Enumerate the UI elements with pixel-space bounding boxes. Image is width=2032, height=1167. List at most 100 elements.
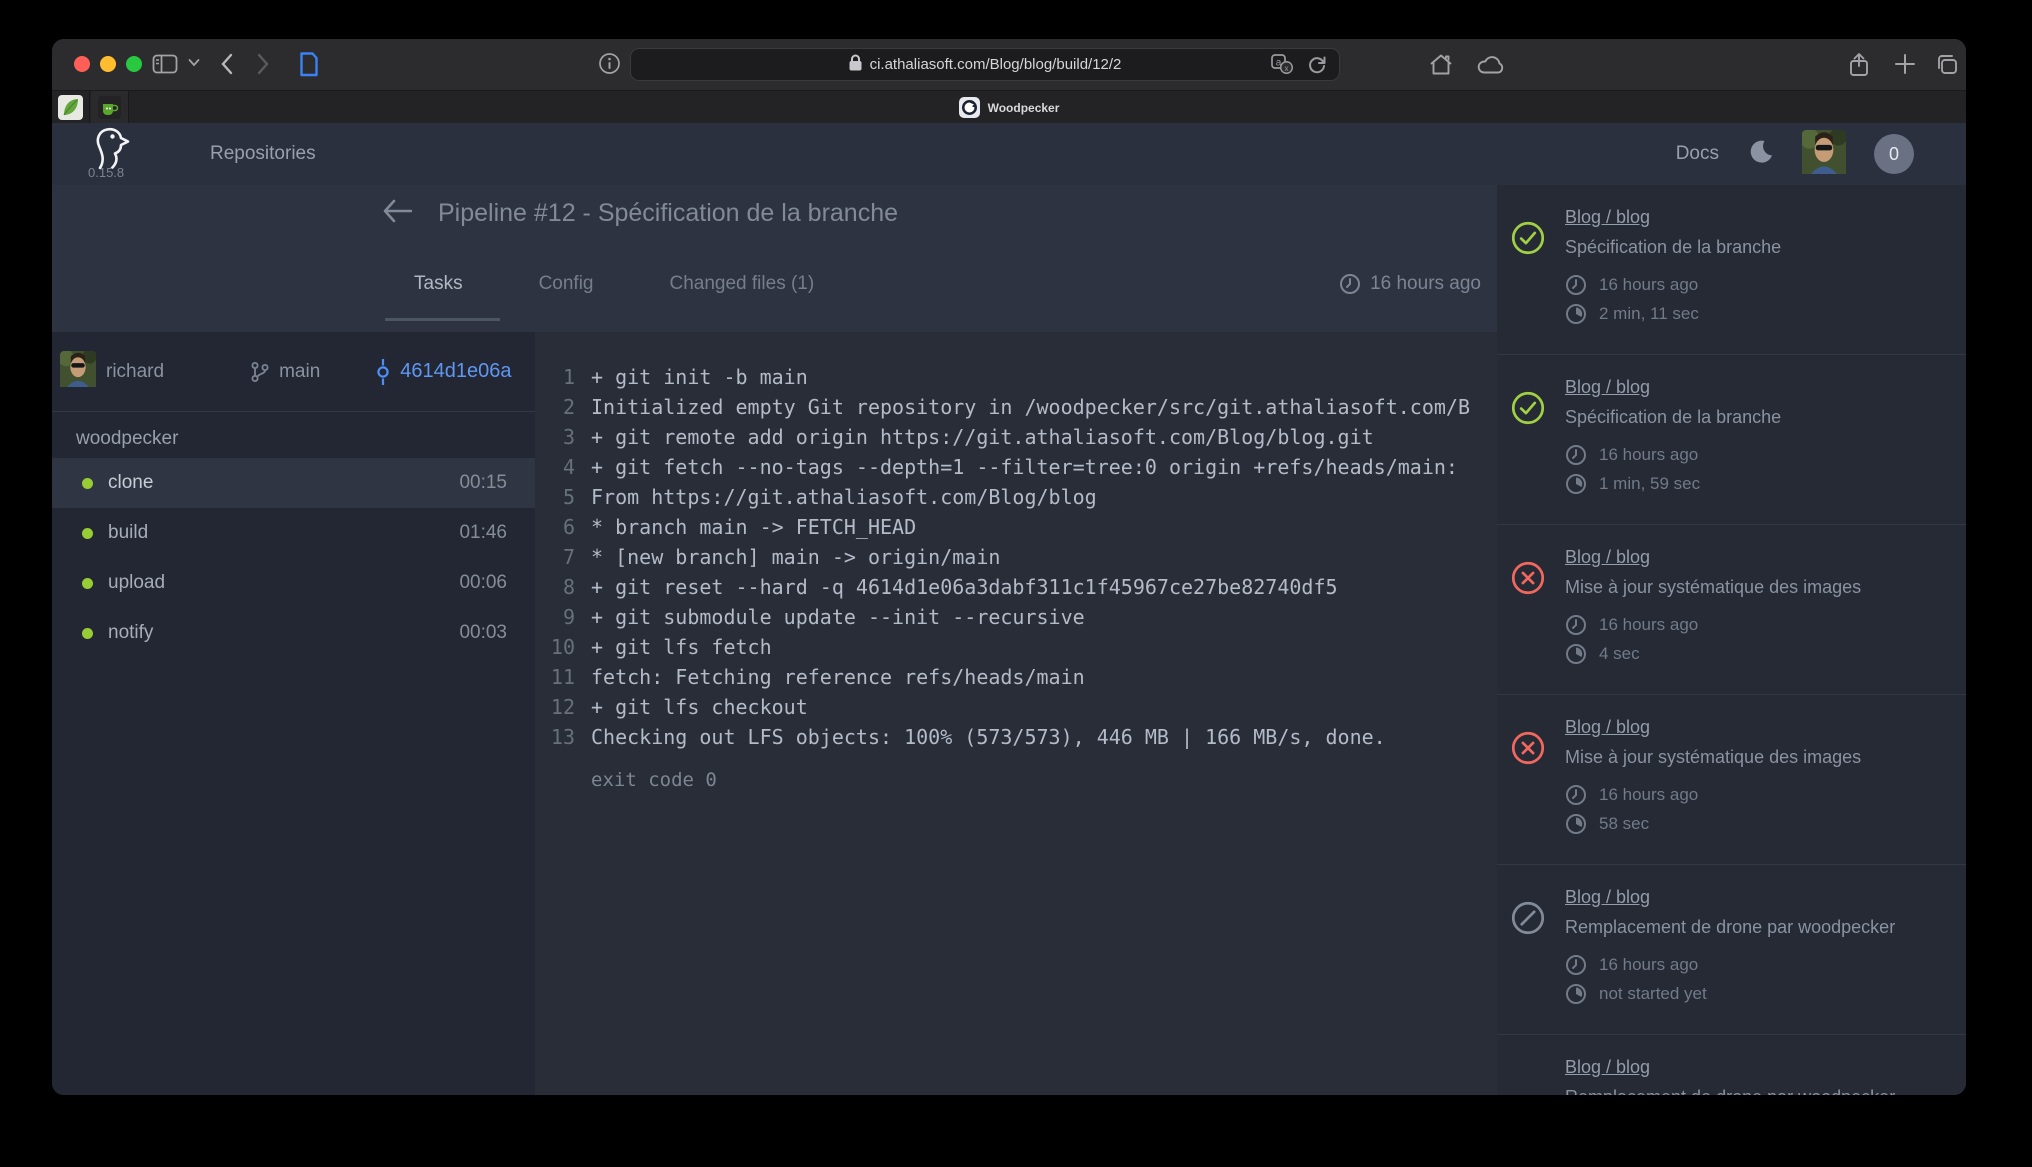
- log-line: 10+ git lfs fetch: [535, 632, 1497, 662]
- translate-icon[interactable]: ax: [1271, 54, 1293, 78]
- log-output[interactable]: 1+ git init -b main 2Initialized empty G…: [535, 332, 1497, 1095]
- repo-link[interactable]: Blog / blog: [1565, 717, 1650, 737]
- log-line: 4+ git fetch --no-tags --depth=1 --filte…: [535, 452, 1497, 482]
- chevron-down-icon[interactable]: [188, 58, 200, 67]
- nav-repositories[interactable]: Repositories: [210, 123, 316, 185]
- failure-icon: [1511, 731, 1545, 770]
- browser-tabstrip: Woodpecker: [52, 90, 1966, 123]
- step-clone[interactable]: clone 00:15: [52, 458, 535, 508]
- clock-icon: [1565, 614, 1587, 636]
- success-icon: [1511, 221, 1545, 260]
- tab-tasks[interactable]: Tasks: [414, 273, 463, 295]
- notification-badge[interactable]: 0: [1874, 134, 1914, 174]
- address-bar[interactable]: ci.athaliasoft.com/Blog/blog/build/12/2 …: [630, 48, 1340, 81]
- pipeline-title: Pipeline #12 - Spécification de la branc…: [438, 199, 898, 228]
- repo-link[interactable]: Blog / blog: [1565, 207, 1650, 227]
- clock-icon: [1565, 954, 1587, 976]
- sidebar-toggle-icon[interactable]: [152, 52, 178, 76]
- skipped-icon: [1511, 901, 1545, 940]
- home-icon[interactable]: [1428, 52, 1454, 77]
- history-entry[interactable]: Blog / blog Spécification de la branche …: [1497, 185, 1966, 355]
- svg-text:x: x: [1285, 64, 1289, 73]
- failure-icon: [1511, 561, 1545, 600]
- step-success-dot: [82, 478, 93, 489]
- commit-icon: [374, 359, 392, 385]
- duration-icon: [1565, 813, 1587, 835]
- commit-hash[interactable]: 4614d1e06a: [374, 359, 511, 385]
- pipeline-tabs: Tasks Config Changed files (1): [414, 273, 814, 295]
- tab-config[interactable]: Config: [539, 273, 594, 295]
- back-arrow-icon[interactable]: [382, 199, 412, 228]
- log-line: 11fetch: Fetching reference refs/heads/m…: [535, 662, 1497, 692]
- workflow-name: woodpecker: [76, 428, 535, 450]
- entry-message: Mise à jour systématique des images: [1565, 577, 1966, 598]
- exit-code: exit code 0: [591, 769, 1497, 791]
- repo-link[interactable]: Blog / blog: [1565, 1057, 1650, 1077]
- lock-icon: [849, 54, 862, 75]
- history-entry[interactable]: Blog / blog Mise à jour systématique des…: [1497, 695, 1966, 865]
- branch-icon: [250, 361, 270, 383]
- app-header: 0.15.8 Repositories Docs 0: [52, 123, 1966, 185]
- duration-icon: [1565, 303, 1587, 325]
- log-line: 7* [new branch] main -> origin/main: [535, 542, 1497, 572]
- step-success-dot: [82, 528, 93, 539]
- back-button[interactable]: [220, 52, 234, 76]
- tab-overview-icon[interactable]: [1934, 52, 1960, 77]
- step-upload[interactable]: upload 00:06: [52, 558, 535, 608]
- active-tab[interactable]: Woodpecker: [52, 91, 1966, 124]
- build-history-panel: Blog / blog Spécification de la branche …: [1497, 185, 1966, 1095]
- entry-message: Mise à jour systématique des images: [1565, 747, 1966, 768]
- entry-message: Remplacement de drone par woodpecker: [1565, 1087, 1966, 1095]
- page-settings-icon[interactable]: [598, 52, 621, 75]
- new-tab-icon[interactable]: [1894, 52, 1916, 76]
- duration-icon: [1565, 473, 1587, 495]
- dark-mode-moon-icon[interactable]: [1747, 138, 1774, 170]
- active-tab-underline: [385, 318, 500, 321]
- downloads-document-icon[interactable]: [298, 51, 320, 78]
- duration-icon: [1565, 643, 1587, 665]
- cloud-tabs-icon[interactable]: [1476, 55, 1506, 75]
- zoom-window-button[interactable]: [126, 56, 142, 72]
- repo-link[interactable]: Blog / blog: [1565, 547, 1650, 567]
- docs-link[interactable]: Docs: [1676, 143, 1719, 165]
- history-entry[interactable]: Blog / blog Remplacement de drone par wo…: [1497, 865, 1966, 1035]
- tab-changed-files[interactable]: Changed files (1): [670, 273, 815, 295]
- woodpecker-app: 0.15.8 Repositories Docs 0: [52, 123, 1966, 1095]
- step-success-dot: [82, 628, 93, 639]
- forward-button[interactable]: [256, 52, 270, 76]
- repo-link[interactable]: Blog / blog: [1565, 887, 1650, 907]
- history-entry[interactable]: Blog / blog Spécification de la branche …: [1497, 355, 1966, 525]
- reload-icon[interactable]: [1307, 54, 1327, 78]
- minimize-window-button[interactable]: [100, 56, 116, 72]
- log-line: 12+ git lfs checkout: [535, 692, 1497, 722]
- step-notify[interactable]: notify 00:03: [52, 608, 535, 658]
- woodpecker-favicon-icon: [959, 97, 980, 118]
- pipeline-header: Pipeline #12 - Spécification de la branc…: [52, 185, 1497, 332]
- duration-icon: [1565, 983, 1587, 1005]
- clock-icon: [1565, 784, 1587, 806]
- task-panel: richard main 4614d1e06a: [52, 332, 535, 1095]
- log-line: 5From https://git.athaliasoft.com/Blog/b…: [535, 482, 1497, 512]
- url-text: ci.athaliasoft.com/Blog/blog/build/12/2: [870, 56, 1122, 73]
- entry-message: Remplacement de drone par woodpecker: [1565, 917, 1966, 938]
- clock-icon: [1339, 273, 1361, 295]
- log-line: 6* branch main -> FETCH_HEAD: [535, 512, 1497, 542]
- close-window-button[interactable]: [74, 56, 90, 72]
- step-success-dot: [82, 578, 93, 589]
- log-line: 13Checking out LFS objects: 100% (573/57…: [535, 722, 1497, 752]
- log-line: 3+ git remote add origin https://git.ath…: [535, 422, 1497, 452]
- history-entry[interactable]: Blog / blog Remplacement de drone par wo…: [1497, 1035, 1966, 1095]
- commit-meta-row: richard main 4614d1e06a: [52, 332, 535, 412]
- commit-author: richard: [60, 351, 164, 393]
- step-build[interactable]: build 01:46: [52, 508, 535, 558]
- log-line: 8+ git reset --hard -q 4614d1e06a3dabf31…: [535, 572, 1497, 602]
- repo-link[interactable]: Blog / blog: [1565, 377, 1650, 397]
- app-version: 0.15.8: [88, 165, 124, 180]
- history-entry[interactable]: Blog / blog Mise à jour systématique des…: [1497, 525, 1966, 695]
- author-avatar: [60, 351, 96, 393]
- clock-icon: [1565, 444, 1587, 466]
- user-avatar[interactable]: [1802, 130, 1846, 179]
- share-icon[interactable]: [1848, 52, 1870, 78]
- commit-branch: main: [250, 361, 320, 383]
- log-line: 2Initialized empty Git repository in /wo…: [535, 392, 1497, 422]
